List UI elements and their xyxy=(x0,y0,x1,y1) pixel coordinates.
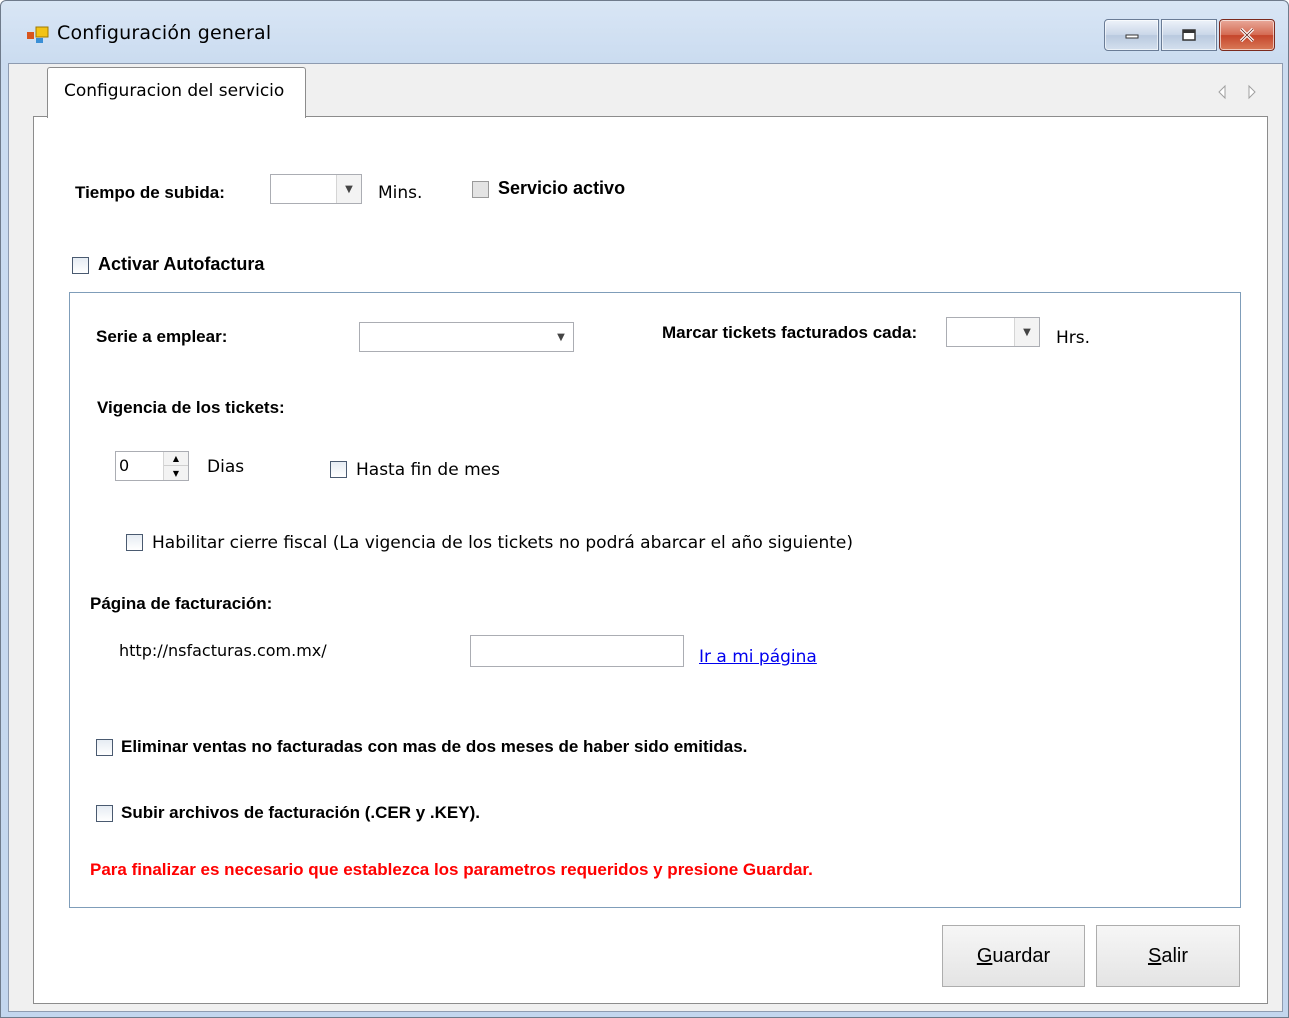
minimize-button[interactable] xyxy=(1104,19,1159,51)
service-active-label: Servicio activo xyxy=(498,178,626,198)
required-params-notice: Para finalizar es necesario que establez… xyxy=(90,860,813,879)
app-icon xyxy=(27,26,49,44)
upload-files-label: Subir archivos de facturación (.CER y .K… xyxy=(121,803,480,822)
until-month-end-checkbox[interactable] xyxy=(330,461,347,478)
upload-time-combo[interactable]: ▼ xyxy=(270,174,362,204)
stepper-down-icon[interactable]: ▼ xyxy=(164,466,188,480)
chevron-down-icon[interactable]: ▼ xyxy=(1014,318,1039,346)
close-button[interactable] xyxy=(1219,19,1275,51)
series-combo[interactable]: ▼ xyxy=(359,322,574,352)
window-title: Configuración general xyxy=(57,22,272,44)
billing-url-prefix: http://nsfacturas.com.mx/ xyxy=(119,641,327,660)
save-button-label: uardar xyxy=(992,944,1051,967)
validity-label: Vigencia de los tickets: xyxy=(97,398,285,417)
until-month-end-label: Hasta fin de mes xyxy=(356,460,500,480)
fiscal-close-label: Habilitar cierre fiscal (La vigencia de … xyxy=(152,533,854,553)
exit-button-label: alir xyxy=(1161,944,1188,967)
delete-sales-checkbox[interactable] xyxy=(96,739,113,756)
exit-button[interactable]: Salir xyxy=(1096,925,1240,987)
tab-scroll-right-icon[interactable] xyxy=(1245,84,1259,100)
tab-scroll-left-icon[interactable] xyxy=(1215,84,1229,100)
billing-page-input[interactable] xyxy=(470,635,684,667)
upload-time-label: Tiempo de subida: xyxy=(75,183,225,202)
tab-label: Configuracion del servicio xyxy=(64,81,285,101)
maximize-icon xyxy=(1182,29,1196,41)
enable-autofactura-checkbox[interactable] xyxy=(72,257,89,274)
chevron-down-icon[interactable]: ▼ xyxy=(336,175,361,203)
save-button[interactable]: Guardar xyxy=(942,925,1085,987)
mark-tickets-unit: Hrs. xyxy=(1056,328,1091,348)
maximize-button[interactable] xyxy=(1161,19,1217,51)
chevron-down-icon[interactable]: ▼ xyxy=(549,323,573,351)
minimize-icon xyxy=(1125,34,1138,39)
go-to-my-page-link[interactable]: Ir a mi página xyxy=(699,647,817,667)
mark-tickets-combo[interactable]: ▼ xyxy=(946,317,1040,347)
series-label: Serie a emplear: xyxy=(96,327,228,346)
save-button-mnemonic: G xyxy=(976,944,993,967)
upload-time-unit: Mins. xyxy=(378,183,423,203)
upload-files-checkbox[interactable] xyxy=(96,805,113,822)
enable-autofactura-label: Activar Autofactura xyxy=(98,254,265,274)
exit-button-mnemonic: S xyxy=(1147,944,1162,967)
service-active-checkbox[interactable] xyxy=(472,181,489,198)
days-value: 0 xyxy=(119,456,130,475)
delete-sales-label: Eliminar ventas no facturadas con mas de… xyxy=(121,737,748,756)
close-icon xyxy=(1239,27,1255,43)
days-stepper[interactable]: 0 ▲ ▼ xyxy=(115,451,189,481)
stepper-up-icon[interactable]: ▲ xyxy=(164,452,188,466)
billing-page-label: Página de facturación: xyxy=(90,594,273,613)
mark-tickets-label: Marcar tickets facturados cada: xyxy=(662,323,918,342)
fiscal-close-checkbox[interactable] xyxy=(126,534,143,551)
days-label: Dias xyxy=(207,457,245,477)
